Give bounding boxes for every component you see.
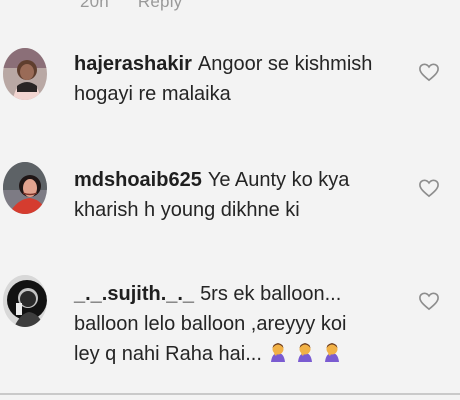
comment-line-1: hajerashakir Angoor se kishmish [74,49,392,79]
heart-icon[interactable] [418,291,440,311]
avatar-image [3,48,47,100]
avatar[interactable] [3,162,47,214]
comment-line-2: hogayi re malaika [74,83,231,105]
heart-icon[interactable] [418,178,440,198]
comment-username[interactable]: mdshoaib625 [74,169,202,191]
comment-line-2: balloon lelo balloon ,areyyy koi [74,313,347,335]
instagram-comments-view: 20h Reply hajerashakir Angoor se kishmish… [0,0,460,400]
comment-username[interactable]: _._.sujith._._ [74,283,194,305]
facepalm-emoji-icon [271,343,286,362]
facepalm-emoji-row [267,341,341,372]
heart-icon[interactable] [418,62,440,82]
comment-line-3: ley q nahi Raha hai... [74,339,392,372]
comment-username[interactable]: hajerashakir [74,53,192,75]
avatar[interactable] [3,48,47,100]
bottom-divider [0,393,460,395]
comment-timestamp: 20h [80,0,109,11]
comment-line-1: _._.sujith._._ 5rs ek balloon... [74,279,392,309]
previous-comment-meta: 20h Reply [80,0,206,12]
comment-text: _._.sujith._._ 5rs ek balloon... balloon … [74,279,392,372]
facepalm-emoji-icon [324,343,339,362]
comment-text: hajerashakir Angoor se kishmish hogayi re… [74,49,392,109]
avatar-image [3,162,47,214]
comment-line-1: mdshoaib625 Ye Aunty ko kya [74,165,392,195]
facepalm-emoji-icon [298,343,313,362]
avatar[interactable] [3,275,47,327]
comment-body: Angoor se kishmish [197,53,373,75]
comment-line-3-text: ley q nahi Raha hai... [74,343,262,365]
reply-link[interactable]: Reply [138,0,182,11]
comment-line-2: kharish h young dikhne ki [74,199,300,221]
comment-body: 5rs ek balloon... [200,283,342,305]
avatar-image [3,275,47,327]
comment-body: Ye Aunty ko kya [207,169,350,191]
comment-text: mdshoaib625 Ye Aunty ko kya kharish h you… [74,165,392,225]
